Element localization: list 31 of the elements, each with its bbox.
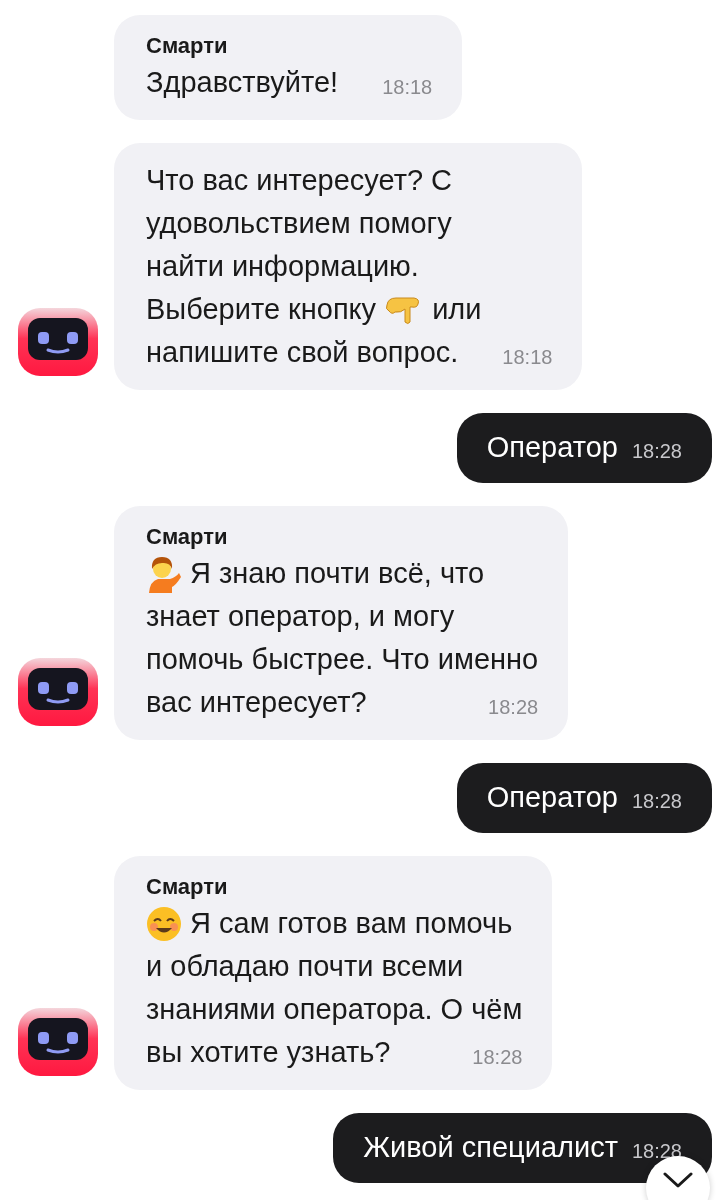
- message-text: Оператор: [486, 780, 618, 816]
- message-text: Я знаю почти всё, что: [190, 555, 485, 591]
- message-text: помочь быстрее. Что именно: [146, 641, 539, 677]
- message-text: Здравствуйте!: [146, 64, 339, 100]
- sender-name: Смарти: [146, 523, 229, 551]
- sender-name: Смарти: [146, 32, 229, 60]
- chevron-down-icon: [663, 1172, 693, 1188]
- message-text: или: [432, 291, 482, 327]
- message-time: 18:28: [631, 439, 682, 464]
- message-text: вас интересует?: [146, 684, 367, 720]
- message-time: 18:28: [631, 1139, 682, 1164]
- message-text: и обладаю почти всеми: [146, 948, 464, 984]
- message-text: Выберите кнопку: [146, 291, 377, 327]
- sender-name: Смарти: [146, 873, 229, 901]
- message-text: Что вас интересует? С: [146, 162, 453, 198]
- message-time: 18:28: [487, 694, 539, 720]
- person-emoji-icon: [146, 554, 182, 593]
- message-text: Живой специалист: [363, 1130, 618, 1166]
- smiling-face-icon: [146, 905, 182, 942]
- message-text: Оператор: [486, 430, 618, 466]
- message-text: вы хотите узнать?: [146, 1034, 391, 1070]
- message-time: 18:28: [471, 1044, 523, 1070]
- message-text: напишите свой вопрос.: [146, 334, 459, 370]
- message-time: 18:18: [381, 74, 433, 100]
- message-text: удовольствием помогу: [146, 205, 452, 241]
- message-time: 18:18: [501, 344, 553, 370]
- message-text: знает оператор, и могу: [146, 598, 455, 634]
- message-text: найти информацию.: [146, 248, 419, 284]
- message-time: 18:28: [631, 789, 682, 814]
- message-text: Я сам готов вам помочь: [190, 905, 513, 941]
- message-text: знаниями оператора. О чём: [146, 991, 523, 1027]
